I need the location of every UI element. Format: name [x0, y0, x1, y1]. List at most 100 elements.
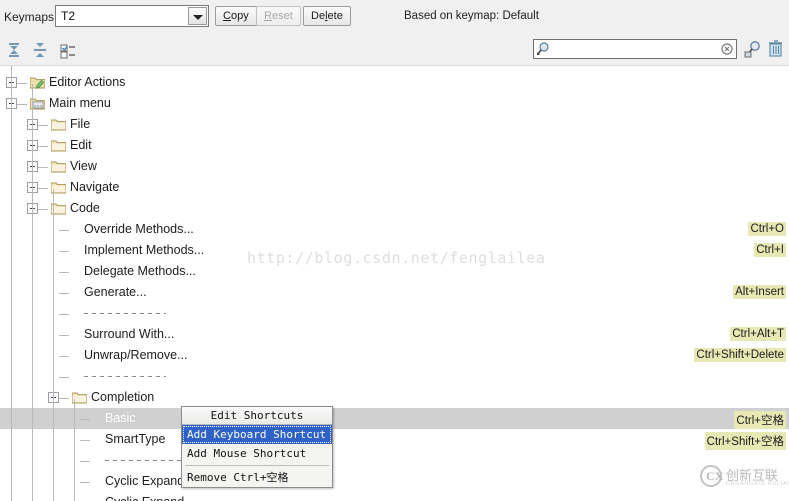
tree-row[interactable]: [0, 366, 789, 387]
tree-row-label: Editor Actions: [49, 75, 126, 89]
tree-toolbar: [0, 34, 789, 66]
tree-row[interactable]: SmartType Ctrl+Shift+空格: [0, 429, 789, 450]
tree-connector: [59, 292, 69, 294]
menu-separator: [105, 460, 187, 461]
menu-separator: [84, 376, 166, 377]
trash-icon[interactable]: [768, 39, 784, 59]
shortcut-badge: Ctrl+Shift+Delete: [694, 348, 786, 362]
edit-shortcuts-context-menu[interactable]: Edit Shortcuts Add Keyboard Shortcut Add …: [181, 406, 333, 488]
tree-row[interactable]: File: [0, 114, 789, 135]
keymap-tree[interactable]: Editor Actions Main menu File Edit View Navig…: [0, 66, 789, 501]
tree-row[interactable]: View: [0, 156, 789, 177]
reset-button: Reset: [256, 6, 301, 26]
tree-row-label: View: [70, 159, 97, 173]
tree-row[interactable]: Surround With... Ctrl+Alt+T: [0, 324, 789, 345]
chevron-down-icon[interactable]: [188, 7, 207, 25]
shortcut-badge: Ctrl+Shift+空格: [704, 432, 786, 450]
logo-mark-text: CX: [706, 469, 724, 483]
context-menu-item[interactable]: Remove Ctrl+空格: [182, 468, 332, 487]
tree-connector: [59, 229, 69, 231]
tree-row[interactable]: Editor Actions: [0, 72, 789, 93]
tree-connector: [59, 334, 69, 336]
tree-row[interactable]: Code: [0, 198, 789, 219]
context-menu-title: Edit Shortcuts: [182, 407, 332, 425]
tree-connector: [59, 355, 69, 357]
tree-row[interactable]: Cyclic Expand: [0, 492, 789, 501]
tree-connector: [38, 124, 48, 126]
tree-row-selected[interactable]: Basic Ctrl+空格: [0, 408, 789, 429]
shortcut-badge: Ctrl+Alt+T: [730, 327, 786, 341]
find-by-shortcut-icon[interactable]: [743, 39, 763, 59]
shortcut-badge: Alt+Insert: [733, 285, 786, 299]
expand-all-icon[interactable]: [4, 40, 24, 60]
search-icon: [536, 41, 552, 57]
copy-button[interactable]: Copy: [215, 6, 257, 26]
shortcut-badge: Ctrl+O: [748, 222, 786, 236]
keymaps-label: Keymaps:: [4, 10, 58, 24]
tree-row-label: Surround With...: [84, 327, 175, 341]
tree-connector: [38, 145, 48, 147]
filter-checkbox-icon[interactable]: [58, 40, 78, 60]
tree-row[interactable]: [0, 303, 789, 324]
folder-icon: [50, 139, 67, 152]
tree-row-label: Navigate: [70, 180, 120, 194]
tree-guide-line: [32, 84, 33, 501]
tree-guide-line: [53, 189, 54, 501]
tree-connector: [38, 187, 48, 189]
tree-connector: [80, 439, 90, 441]
tree-row-label: Edit: [70, 138, 92, 152]
tree-row-label: Completion: [91, 390, 155, 404]
tree-row[interactable]: Edit: [0, 135, 789, 156]
menu-separator: [84, 313, 166, 314]
tree-row[interactable]: Main menu: [0, 93, 789, 114]
tree-connector: [17, 103, 27, 105]
tree-connector: [59, 376, 69, 378]
tree-connector: [59, 271, 69, 273]
tree-row-label: SmartType: [105, 432, 166, 446]
context-menu-items: Add Keyboard Shortcut Add Mouse Shortcut R…: [182, 425, 332, 487]
tree-connector: [38, 208, 48, 210]
context-menu-item[interactable]: Add Keyboard Shortcut: [182, 425, 332, 444]
tree-connector: [38, 166, 48, 168]
tree-connector: [59, 313, 69, 315]
folder-icon: [50, 160, 67, 173]
tree-connector: [80, 418, 90, 420]
tree-row-label: File: [70, 117, 91, 131]
search-box[interactable]: [533, 39, 737, 60]
tree-connector: [80, 481, 90, 483]
tree-row[interactable]: Generate... Alt+Insert: [0, 282, 789, 303]
context-menu-item[interactable]: Add Mouse Shortcut: [182, 444, 332, 463]
site-logo-watermark: CX 创新互联 CHUANGXIN HULIAN: [700, 462, 789, 492]
tree-row-label: Override Methods...: [84, 222, 194, 236]
collapse-all-icon[interactable]: [30, 40, 50, 60]
folder-icon: [50, 118, 67, 131]
keymap-select[interactable]: T2: [55, 5, 209, 27]
tree-connector: [17, 82, 27, 84]
shortcut-badge: Ctrl+空格: [734, 411, 786, 429]
tree-row[interactable]: Unwrap/Remove... Ctrl+Shift+Delete: [0, 345, 789, 366]
tree-row[interactable]: Completion: [0, 387, 789, 408]
tree-row-label: Unwrap/Remove...: [84, 348, 188, 362]
clear-circle-icon[interactable]: [721, 43, 733, 55]
tree-row-label: Cyclic Expand: [105, 495, 184, 501]
delete-keymap-button[interactable]: Delete: [303, 6, 351, 26]
tree-row-label: Generate...: [84, 285, 147, 299]
based-on-keymap-label: Based on keymap: Default: [404, 10, 539, 22]
tree-row[interactable]: Cyclic Expand: [0, 471, 789, 492]
tree-connector: [59, 250, 69, 252]
logo-en-text: CHUANGXIN HULIAN: [726, 481, 789, 487]
keymap-select-value: T2: [61, 9, 76, 23]
tree-row-label: Main menu: [49, 96, 111, 110]
tree-row-label: Delegate Methods...: [84, 264, 196, 278]
tree-connector: [80, 460, 90, 462]
tree-row-label: Implement Methods...: [84, 243, 205, 257]
tree-guide-line: [74, 399, 75, 501]
tree-connector: [59, 397, 69, 399]
shortcut-badge: Ctrl+I: [754, 243, 786, 257]
context-menu-separator: [185, 465, 329, 466]
tree-row[interactable]: Override Methods... Ctrl+O: [0, 219, 789, 240]
tree-row[interactable]: Navigate: [0, 177, 789, 198]
search-input[interactable]: [554, 40, 718, 60]
logo-mark-icon: CX: [700, 465, 724, 487]
tree-row[interactable]: [0, 450, 789, 471]
